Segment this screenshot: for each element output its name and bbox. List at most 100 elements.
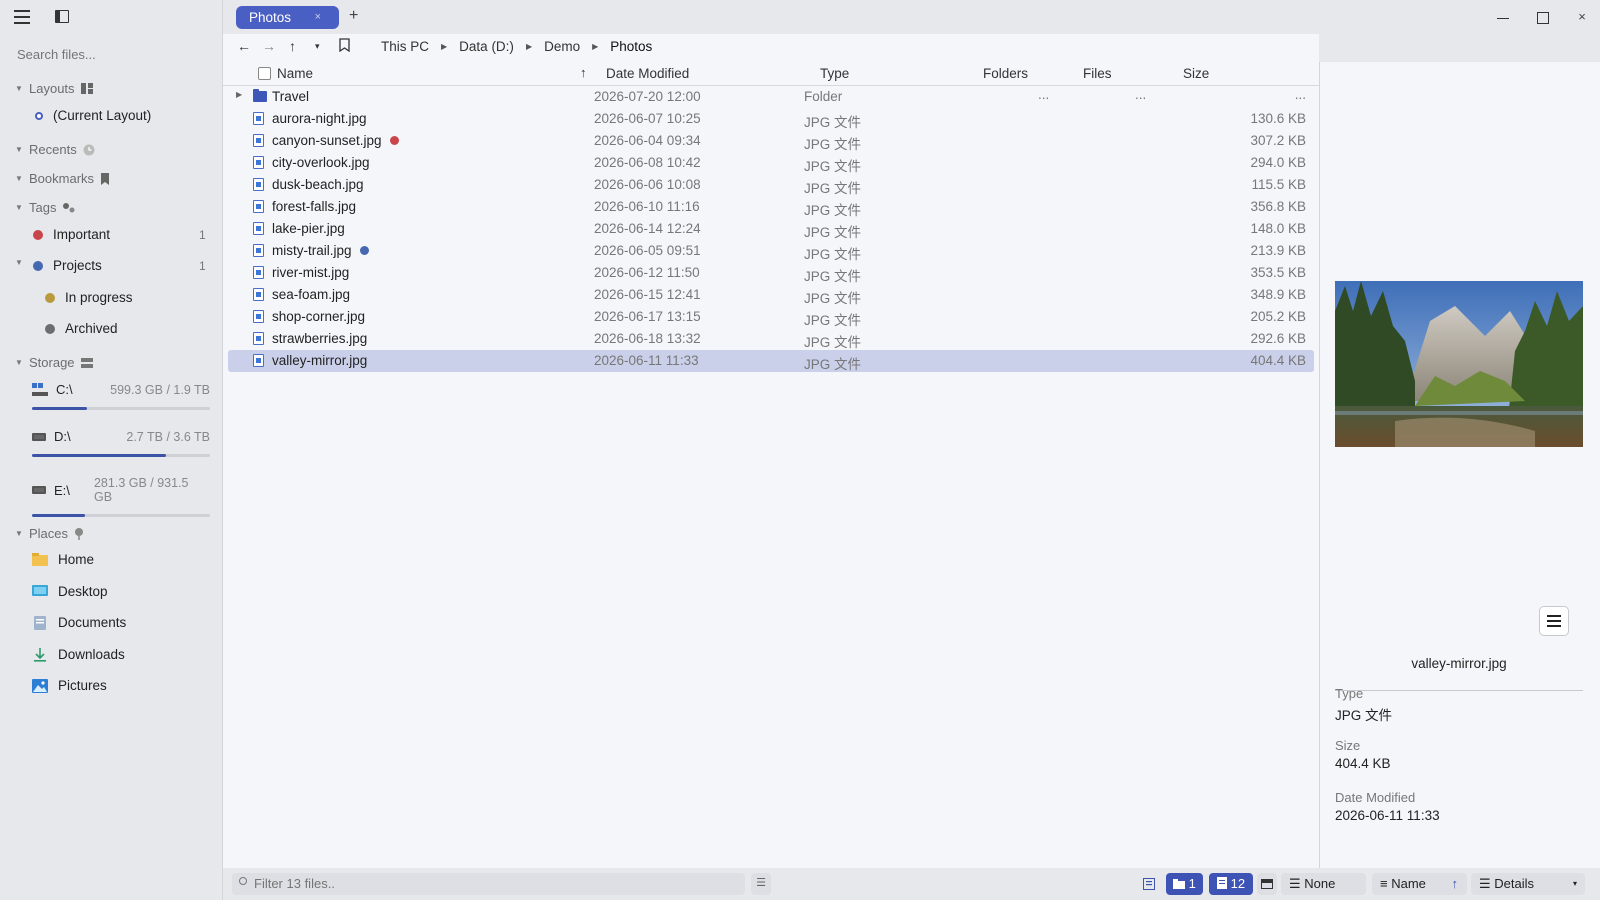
folder-row[interactable]: ▶ Travel 2026-07-20 12:00 Folder......... — [228, 86, 1314, 108]
chevron-down-icon: ▼ — [15, 145, 23, 154]
file-row[interactable]: valley-mirror.jpg 2026-06-11 11:33 JPG 文件 4… — [228, 350, 1314, 372]
sidebar-toggle-icon[interactable] — [55, 10, 69, 23]
maximize-icon[interactable] — [1534, 9, 1550, 25]
image-file-icon — [253, 332, 264, 345]
breadcrumb-item[interactable]: Demo — [544, 39, 580, 54]
section-places[interactable]: ▼ Places — [15, 526, 84, 541]
file-date: 2026-06-07 10:25 — [594, 111, 701, 126]
file-size: 348.9 KB — [1250, 287, 1306, 302]
tab-photos[interactable]: Photos × — [236, 6, 339, 29]
breadcrumb-item[interactable]: Photos — [610, 39, 652, 54]
sort-direction-icon[interactable]: ↑ — [1452, 873, 1459, 895]
section-storage[interactable]: ▼ Storage — [15, 355, 93, 370]
tag-item-important[interactable]: Important — [33, 227, 110, 242]
chevron-down-icon: ▾ — [1572, 879, 1577, 888]
tag-item-in-progress[interactable]: In progress — [45, 290, 133, 305]
file-row[interactable]: misty-trail.jpg 2026-06-05 09:51 JPG 文件 213… — [228, 240, 1314, 262]
column-header-size[interactable]: Size — [1183, 66, 1209, 81]
layout-item-current[interactable]: (Current Layout) — [35, 108, 151, 123]
column-header-date[interactable]: Date Modified — [606, 66, 689, 81]
history-dropdown-icon[interactable]: ▾ — [315, 41, 320, 52]
file-type: Folder — [804, 89, 843, 104]
image-file-icon — [253, 310, 264, 323]
file-row[interactable]: canyon-sunset.jpg 2026-06-04 09:34 JPG 文件 3… — [228, 130, 1314, 152]
place-item-downloads[interactable]: Downloads — [32, 647, 125, 662]
title-bar: Photos × + × — [223, 0, 1600, 34]
tag-item-archived[interactable]: Archived — [45, 321, 118, 336]
layout-item-label: (Current Layout) — [53, 108, 152, 123]
place-item-documents[interactable]: Documents — [32, 615, 126, 630]
sort-icon: ≡ — [1380, 876, 1388, 891]
section-layouts[interactable]: ▼ Layouts — [15, 81, 93, 96]
chevron-down-icon: ▼ — [15, 203, 23, 212]
drive-item-d[interactable]: D:\ 2.7 TB / 3.6 TB — [32, 429, 210, 457]
column-header-name[interactable]: Name — [277, 66, 313, 81]
file-row[interactable]: lake-pier.jpg 2026-06-14 12:24 JPG 文件 148.0… — [228, 218, 1314, 240]
file-size: 307.2 KB — [1250, 133, 1306, 148]
breadcrumb-item[interactable]: This PC — [381, 39, 429, 54]
forward-button[interactable]: → — [262, 38, 276, 54]
place-item-home[interactable]: Home — [32, 552, 94, 567]
file-row[interactable]: sea-foam.jpg 2026-06-15 12:41 JPG 文件 348.9 … — [228, 284, 1314, 306]
pictures-icon — [32, 678, 48, 693]
details-view-icon[interactable] — [1143, 878, 1155, 890]
file-row[interactable]: aurora-night.jpg 2026-06-07 10:25 JPG 文件 13… — [228, 108, 1314, 130]
select-all-checkbox[interactable] — [258, 67, 271, 80]
image-file-icon — [253, 288, 264, 301]
bookmark-toggle-icon[interactable] — [339, 38, 350, 52]
preview-settings-button[interactable] — [1539, 606, 1569, 636]
chevron-down-icon[interactable]: ▼ — [15, 258, 23, 267]
file-row[interactable]: strawberries.jpg 2026-06-18 13:32 JPG 文件 29… — [228, 328, 1314, 350]
search-input[interactable] — [17, 47, 207, 62]
drive-usage-bar — [32, 454, 210, 457]
section-bookmarks[interactable]: ▼ Bookmarks — [15, 171, 110, 186]
tag-dot — [359, 246, 369, 255]
drive-name: C:\ — [56, 382, 73, 397]
file-row[interactable]: forest-falls.jpg 2026-06-10 11:16 JPG 文件 35… — [228, 196, 1314, 218]
image-file-icon — [253, 222, 264, 235]
section-tags[interactable]: ▼ Tags — [15, 200, 76, 215]
drive-item-c[interactable]: C:\ 599.3 GB / 1.9 TB — [32, 382, 210, 410]
file-row[interactable]: shop-corner.jpg 2026-06-17 13:15 JPG 文件 205… — [228, 306, 1314, 328]
minimize-icon[interactable] — [1495, 9, 1511, 25]
up-button[interactable]: ↑ — [289, 38, 296, 54]
tag-item-projects[interactable]: Projects — [33, 258, 102, 273]
close-window-icon[interactable]: × — [1574, 9, 1590, 25]
view-mode-dropdown[interactable]: ☰ Details ▾ — [1471, 873, 1585, 895]
drive-item-e[interactable]: E:\ 281.3 GB / 931.5 GB — [32, 476, 210, 517]
files-count-toggle[interactable]: 12 — [1209, 873, 1253, 895]
file-row[interactable]: river-mist.jpg 2026-06-12 11:50 JPG 文件 353.… — [228, 262, 1314, 284]
breadcrumb-item[interactable]: Data (D:) — [459, 39, 514, 54]
drive-icon — [32, 432, 46, 441]
sort-by-dropdown[interactable]: ≡ Name ↑ — [1372, 873, 1467, 895]
group-by-dropdown[interactable]: ☰ None — [1281, 873, 1366, 895]
menu-icon[interactable] — [14, 10, 30, 24]
column-header-files[interactable]: Files — [1083, 66, 1112, 81]
filter-options-button[interactable]: ☰ — [751, 873, 771, 895]
sidebar: ▼ Layouts (Current Layout) ▼ Recents ▼ B… — [0, 0, 223, 900]
files-count-placeholder: ... — [1135, 87, 1147, 102]
file-date: 2026-06-12 11:50 — [594, 265, 700, 280]
chevron-right-icon[interactable]: ▶ — [236, 90, 242, 99]
column-header-type[interactable]: Type — [820, 66, 849, 81]
sort-ascending-icon[interactable]: ↑ — [580, 65, 587, 80]
place-item-pictures[interactable]: Pictures — [32, 678, 107, 693]
column-header-folders[interactable]: Folders — [983, 66, 1028, 81]
folders-count-toggle[interactable]: 1 — [1166, 873, 1203, 895]
chevron-right-icon: ▶ — [441, 42, 448, 51]
close-icon[interactable]: × — [315, 6, 321, 29]
documents-icon — [34, 615, 46, 630]
tag-item-label: Archived — [65, 321, 118, 336]
place-item-desktop[interactable]: Desktop — [32, 584, 108, 599]
storage-icon — [80, 357, 93, 368]
image-file-icon — [253, 112, 264, 125]
filter-input[interactable] — [232, 873, 745, 895]
toggle-preview-button[interactable] — [1257, 873, 1277, 895]
add-tab-button[interactable]: + — [349, 7, 358, 25]
column-headers: Name ↑ Date Modified Type Folders Files … — [223, 64, 1319, 86]
back-button[interactable]: ← — [237, 38, 251, 54]
file-row[interactable]: dusk-beach.jpg 2026-06-06 10:08 JPG 文件 115.… — [228, 174, 1314, 196]
section-recents[interactable]: ▼ Recents — [15, 142, 95, 157]
file-row[interactable]: city-overlook.jpg 2026-06-08 10:42 JPG 文件 2… — [228, 152, 1314, 174]
image-file-icon — [253, 266, 264, 279]
